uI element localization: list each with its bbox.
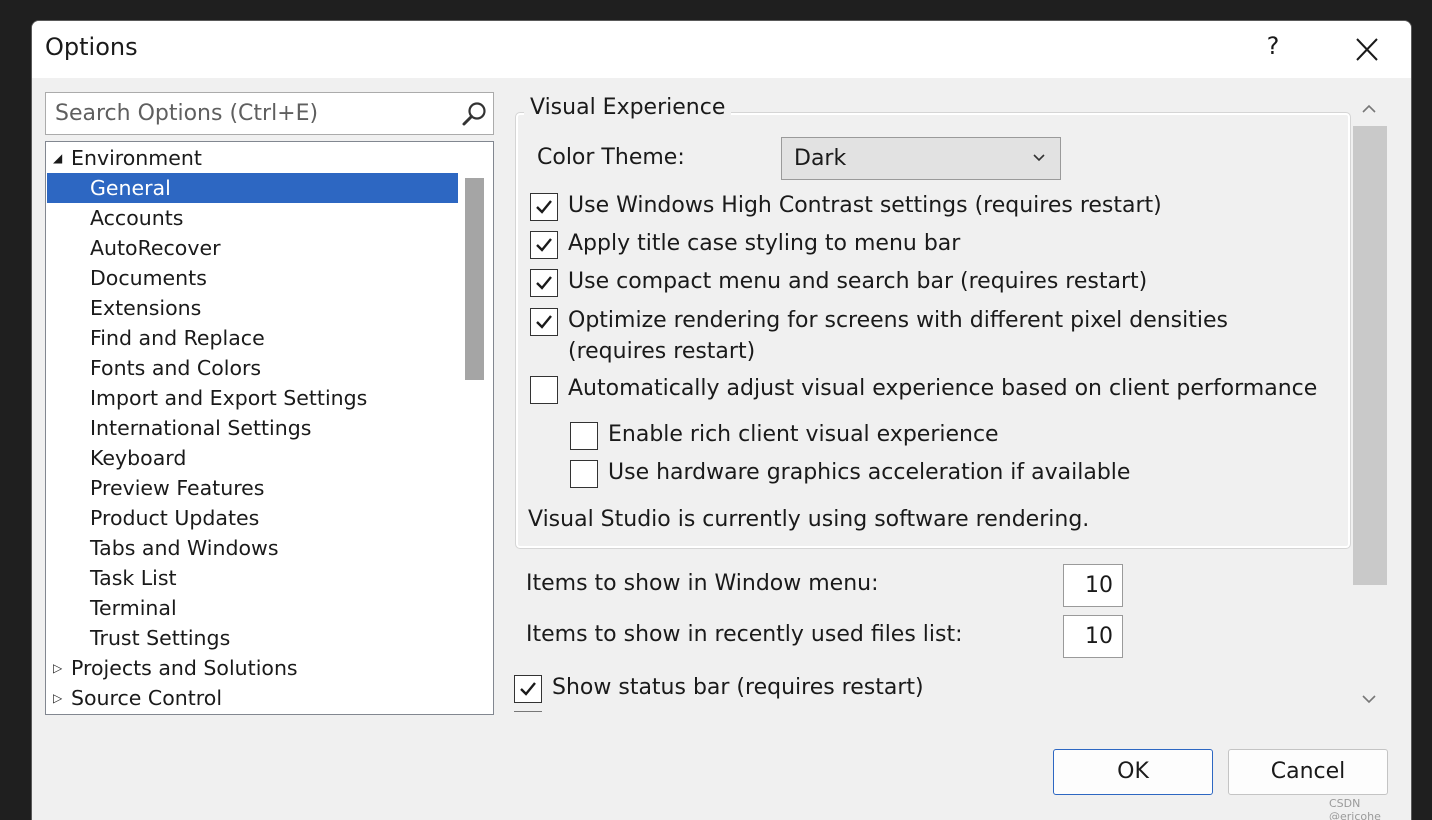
tree-item[interactable]: ◢ Environment [47,143,458,173]
window-menu-label: Items to show in Window menu: [526,571,879,596]
clipped-next-checkbox [514,711,542,717]
tree-item-label: Source Control [71,686,223,710]
ok-button[interactable]: OK [1053,749,1213,795]
checkbox-box[interactable] [530,193,558,221]
option-label: Use hardware graphics acceleration if av… [608,460,1131,485]
tree-item-label: Projects and Solutions [71,656,298,680]
tree-item-label: Task List [90,566,177,590]
rendering-status: Visual Studio is currently using softwar… [528,507,1090,532]
tree-scrollbar-thumb[interactable] [465,178,484,380]
tree-item[interactable]: Trust Settings [47,623,458,653]
color-theme-select[interactable]: Dark [781,137,1061,180]
tree-item-label: General [90,176,171,200]
tree-item-label: Extensions [90,296,202,320]
option-checkbox[interactable]: Use Windows High Contrast settings (requ… [530,191,1350,221]
option-checkbox[interactable]: Automatically adjust visual experience b… [530,374,1350,404]
checkbox-box[interactable] [530,376,558,404]
show-status-bar-label: Show status bar (requires restart) [552,675,924,700]
tree-item-label: Trust Settings [90,626,231,650]
cancel-button[interactable]: Cancel [1228,749,1388,795]
tree-item-label: International Settings [90,416,312,440]
close-button[interactable] [1348,33,1384,67]
options-scrollbar-thumb[interactable] [1353,126,1387,585]
checkbox-box[interactable] [530,231,558,259]
search-icon[interactable] [460,100,488,128]
tree-item-label: Product Updates [90,506,260,530]
tree-item[interactable]: Preview Features [47,473,458,503]
tree-item[interactable]: Tabs and Windows [47,533,458,563]
expanded-arrow-icon[interactable]: ◢ [53,143,67,173]
tree-item[interactable]: International Settings [47,413,458,443]
tree-item[interactable]: Product Updates [47,503,458,533]
dialog-title: Options [45,33,138,61]
tree-item[interactable]: Find and Replace [47,323,458,353]
checkmark-icon [536,276,552,290]
tree-item[interactable]: Fonts and Colors [47,353,458,383]
tree-item[interactable]: ▷ Projects and Solutions [47,653,458,683]
chevron-down-icon [1033,154,1045,162]
option-checkbox[interactable]: Enable rich client visual experience [570,420,1390,450]
watermark: CSDN @ericohe [1329,797,1381,820]
option-checkbox[interactable]: Use hardware graphics acceleration if av… [570,458,1390,488]
checkbox-box[interactable] [514,675,542,703]
option-label: Automatically adjust visual experience b… [568,376,1318,401]
tree-item[interactable]: Documents [47,263,458,293]
options-tree: ▷ Source Control ▷ Projects and Solutions Tr… [45,141,494,715]
tree-item[interactable]: Keyboard [47,443,458,473]
tree-item-label: Accounts [90,206,184,230]
checkbox-box[interactable] [530,269,558,297]
option-checkbox[interactable]: Apply title case styling to menu bar [530,229,1350,259]
option-checkbox[interactable]: Optimize rendering for screens with diff… [530,306,1350,364]
option-label: Use compact menu and search bar (require… [568,269,1148,294]
checkmark-icon [536,200,552,214]
tree-item[interactable]: Extensions [47,293,458,323]
tree-item[interactable]: General [47,173,458,203]
tree-item-label: Find and Replace [90,326,265,350]
tree-item[interactable]: Accounts [47,203,458,233]
tree-item-label: Terminal [90,596,177,620]
checkmark-icon [536,315,552,329]
recent-files-count-field[interactable]: 10 [1063,615,1123,658]
checkbox-box[interactable] [570,460,598,488]
tree-item-label: Preview Features [90,476,265,500]
tree-item[interactable]: ▷ Source Control [47,683,458,713]
tree-item-label: Environment [71,146,202,170]
show-status-bar-checkbox[interactable]: Show status bar (requires restart) [514,673,1014,703]
checkmark-icon [520,682,536,696]
tree-item-label: Tabs and Windows [90,536,279,560]
title-bar: Options ? [32,21,1411,78]
tree-item[interactable]: Terminal [47,593,458,623]
option-label: Enable rich client visual experience [608,422,999,447]
option-label: Use Windows High Contrast settings (requ… [568,193,1162,218]
option-label: Apply title case styling to menu bar [568,231,961,256]
search-options-box [45,92,494,135]
tree-item-label: Fonts and Colors [90,356,262,380]
scroll-up-icon[interactable] [1359,101,1379,117]
collapsed-arrow-icon[interactable]: ▷ [53,683,67,713]
checkbox-box[interactable] [530,308,558,336]
tree-item[interactable]: Import and Export Settings [47,383,458,413]
option-label: Optimize rendering for screens with diff… [568,308,1228,333]
tree-item-label: AutoRecover [90,236,221,260]
color-theme-value: Dark [794,146,847,171]
close-icon [1356,38,1378,61]
tree-item-label: Import and Export Settings [90,386,368,410]
checkbox-box[interactable] [570,422,598,450]
search-input[interactable] [46,93,446,134]
scroll-down-icon[interactable] [1359,691,1379,707]
options-dialog: Options ? ▷Source Control▷Projects and S… [31,20,1412,820]
tree-item[interactable]: Task List [47,563,458,593]
visual-experience-title: Visual Experience [524,95,732,120]
help-button[interactable]: ? [1258,32,1288,66]
option-label-continued: (requires restart) [568,339,756,364]
checkmark-icon [536,238,552,252]
tree-item[interactable]: AutoRecover [47,233,458,263]
recent-files-label: Items to show in recently used files lis… [526,622,963,647]
option-checkbox[interactable]: Use compact menu and search bar (require… [530,267,1350,297]
color-theme-label: Color Theme: [537,145,685,170]
tree-item-label: Keyboard [90,446,187,470]
window-menu-count-field[interactable]: 10 [1063,564,1123,607]
collapsed-arrow-icon[interactable]: ▷ [53,653,67,683]
tree-item-label: Documents [90,266,207,290]
